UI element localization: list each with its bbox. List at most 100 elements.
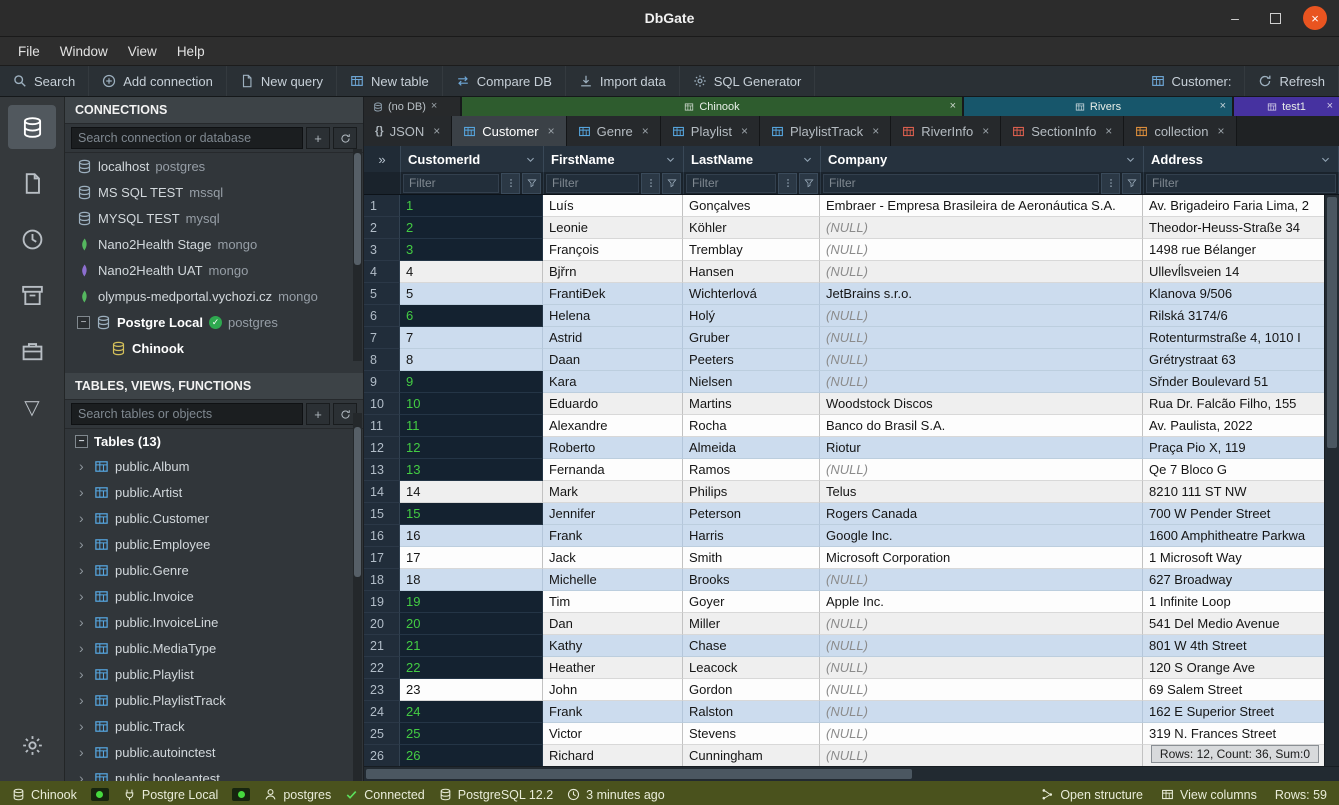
table-cell[interactable]: Gruber bbox=[683, 327, 820, 349]
table-cell[interactable]: Michelle bbox=[543, 569, 683, 591]
table-cell[interactable]: Frank bbox=[543, 701, 683, 723]
menu-item-file[interactable]: File bbox=[8, 41, 50, 62]
sidebar-item-connections[interactable] bbox=[8, 105, 56, 149]
connection-item[interactable]: MS SQL TESTmssql bbox=[65, 179, 363, 205]
chevron-right-icon[interactable]: › bbox=[79, 510, 88, 526]
table-item-public-playlist[interactable]: ›public.Playlist bbox=[65, 661, 363, 687]
table-cell[interactable]: Jennifer bbox=[543, 503, 683, 525]
row-number[interactable]: 5 bbox=[364, 283, 400, 305]
close-icon[interactable]: × bbox=[1105, 125, 1112, 137]
grid-corner-button[interactable]: » bbox=[364, 146, 401, 172]
toolbar-button-refresh[interactable]: Refresh bbox=[1245, 66, 1339, 96]
toolbar-button-import-data[interactable]: Import data bbox=[566, 66, 680, 96]
table-cell[interactable]: Telus bbox=[820, 481, 1143, 503]
table-cell[interactable]: 162 E Superior Street bbox=[1143, 701, 1339, 723]
toolbar-button-new-query[interactable]: New query bbox=[227, 66, 337, 96]
table-cell[interactable]: Qe 7 Bloco G bbox=[1143, 459, 1339, 481]
table-cell[interactable]: 9 bbox=[400, 371, 543, 393]
table-cell[interactable]: Rocha bbox=[683, 415, 820, 437]
table-cell[interactable]: Luís bbox=[543, 195, 683, 217]
table-cell[interactable]: Google Inc. bbox=[820, 525, 1143, 547]
table-cell[interactable]: Embraer - Empresa Brasileira de Aeronáut… bbox=[820, 195, 1143, 217]
row-number[interactable]: 19 bbox=[364, 591, 400, 613]
chevron-right-icon[interactable]: › bbox=[79, 484, 88, 500]
table-cell[interactable]: Gonçalves bbox=[683, 195, 820, 217]
table-cell[interactable]: Köhler bbox=[683, 217, 820, 239]
table-cell[interactable]: 541 Del Medio Avenue bbox=[1143, 613, 1339, 635]
row-number[interactable]: 10 bbox=[364, 393, 400, 415]
table-cell[interactable]: 1 bbox=[400, 195, 543, 217]
table-cell[interactable]: Peeters bbox=[683, 349, 820, 371]
table-item-public-employee[interactable]: ›public.Employee bbox=[65, 531, 363, 557]
sidebar-item-files[interactable] bbox=[8, 161, 56, 205]
close-icon[interactable]: × bbox=[1327, 101, 1333, 112]
db-group-chinook[interactable]: Chinook× bbox=[462, 97, 962, 116]
row-number[interactable]: 26 bbox=[364, 745, 400, 766]
collapse-icon[interactable]: − bbox=[77, 316, 90, 329]
table-cell[interactable]: (NULL) bbox=[820, 657, 1143, 679]
table-item-public-mediatype[interactable]: ›public.MediaType bbox=[65, 635, 363, 661]
filter-input[interactable] bbox=[686, 174, 776, 193]
row-number[interactable]: 18 bbox=[364, 569, 400, 591]
table-cell[interactable]: Ramos bbox=[683, 459, 820, 481]
filter-menu-button[interactable] bbox=[778, 173, 797, 194]
table-cell[interactable]: 20 bbox=[400, 613, 543, 635]
table-item-public-invoiceline[interactable]: ›public.InvoiceLine bbox=[65, 609, 363, 635]
close-icon[interactable]: × bbox=[982, 125, 989, 137]
table-cell[interactable]: JetBrains s.r.o. bbox=[820, 283, 1143, 305]
table-cell[interactable]: Smith bbox=[683, 547, 820, 569]
filter-input[interactable] bbox=[1146, 174, 1336, 193]
table-cell[interactable]: 1600 Amphitheatre Parkwa bbox=[1143, 525, 1339, 547]
table-cell[interactable]: 15 bbox=[400, 503, 543, 525]
table-cell[interactable]: Hansen bbox=[683, 261, 820, 283]
table-cell[interactable]: 8210 111 ST NW bbox=[1143, 481, 1339, 503]
table-cell[interactable]: 14 bbox=[400, 481, 543, 503]
table-cell[interactable]: 4 bbox=[400, 261, 543, 283]
table-cell[interactable]: Wichterlová bbox=[683, 283, 820, 305]
table-cell[interactable]: Martins bbox=[683, 393, 820, 415]
row-number[interactable]: 6 bbox=[364, 305, 400, 327]
row-number[interactable]: 21 bbox=[364, 635, 400, 657]
table-cell[interactable]: Gordon bbox=[683, 679, 820, 701]
row-number[interactable]: 4 bbox=[364, 261, 400, 283]
table-cell[interactable]: Tim bbox=[543, 591, 683, 613]
row-number[interactable]: 15 bbox=[364, 503, 400, 525]
table-cell[interactable]: 17 bbox=[400, 547, 543, 569]
row-number[interactable]: 7 bbox=[364, 327, 400, 349]
filter-input[interactable] bbox=[823, 174, 1099, 193]
table-cell[interactable]: Richard bbox=[543, 745, 683, 766]
row-number[interactable]: 13 bbox=[364, 459, 400, 481]
table-cell[interactable]: (NULL) bbox=[820, 723, 1143, 745]
table-cell[interactable]: (NULL) bbox=[820, 305, 1143, 327]
table-cell[interactable]: Klanova 9/506 bbox=[1143, 283, 1339, 305]
row-number[interactable]: 1 bbox=[364, 195, 400, 217]
table-cell[interactable]: Harris bbox=[683, 525, 820, 547]
table-cell[interactable]: (NULL) bbox=[820, 261, 1143, 283]
table-cell[interactable]: Fernanda bbox=[543, 459, 683, 481]
table-cell[interactable]: 19 bbox=[400, 591, 543, 613]
table-cell[interactable]: Ullevĺlsveien 14 bbox=[1143, 261, 1339, 283]
row-number[interactable]: 22 bbox=[364, 657, 400, 679]
table-cell[interactable]: Rotenturmstraße 4, 1010 I bbox=[1143, 327, 1339, 349]
table-item-public-genre[interactable]: ›public.Genre bbox=[65, 557, 363, 583]
sidebar-item-query-history[interactable] bbox=[8, 217, 56, 261]
table-cell[interactable]: Almeida bbox=[683, 437, 820, 459]
table-cell[interactable]: Alexandre bbox=[543, 415, 683, 437]
connection-item[interactable]: localhostpostgres bbox=[65, 153, 363, 179]
chevron-right-icon[interactable]: › bbox=[79, 588, 88, 604]
table-cell[interactable]: Nielsen bbox=[683, 371, 820, 393]
table-cell[interactable]: Jack bbox=[543, 547, 683, 569]
table-cell[interactable]: 2 bbox=[400, 217, 543, 239]
toolbar-button-compare-db[interactable]: Compare DB bbox=[443, 66, 566, 96]
row-number[interactable]: 8 bbox=[364, 349, 400, 371]
connections-search-input[interactable] bbox=[71, 127, 303, 149]
chevron-right-icon[interactable]: › bbox=[79, 536, 88, 552]
toolbar-button-customer[interactable]: Customer: bbox=[1138, 66, 1246, 96]
sidebar-item-archive[interactable] bbox=[8, 273, 56, 317]
menu-item-window[interactable]: Window bbox=[50, 41, 118, 62]
filter-funnel-button[interactable] bbox=[1122, 173, 1141, 194]
row-number[interactable]: 17 bbox=[364, 547, 400, 569]
sidebar-item-settings[interactable] bbox=[8, 723, 56, 767]
table-cell[interactable]: Dan bbox=[543, 613, 683, 635]
table-cell[interactable]: (NULL) bbox=[820, 701, 1143, 723]
